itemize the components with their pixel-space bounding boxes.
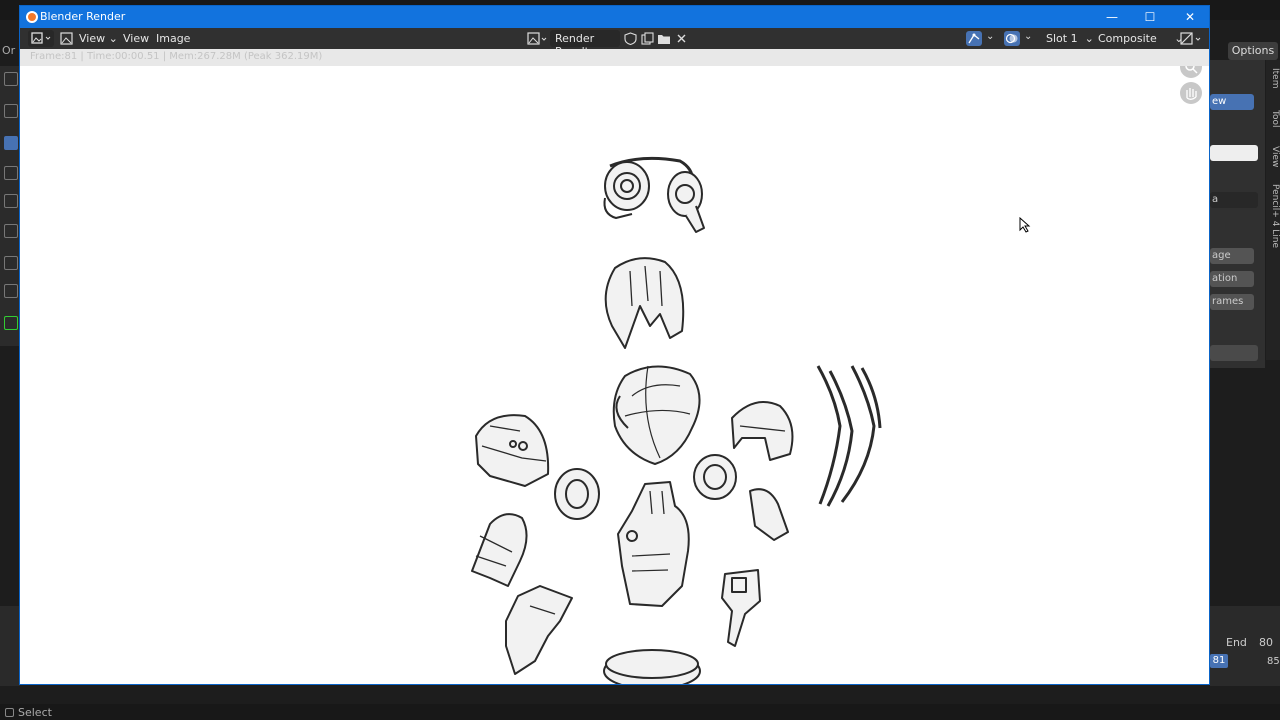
part-ring-left <box>554 468 600 520</box>
panel-dropdown[interactable]: a <box>1210 192 1258 208</box>
part-left-hand <box>505 585 573 675</box>
menu-view-2[interactable]: View <box>123 31 149 47</box>
slot-label: Slot 1 <box>1046 32 1078 45</box>
render-metadata-strip: Frame:81 | Time:00:00.51 | Mem:267.28M (… <box>20 49 1209 66</box>
part-left-arm <box>471 513 528 587</box>
gizmo-toggle[interactable]: ⌄ <box>964 30 998 47</box>
tool-scale-icon[interactable] <box>4 194 18 208</box>
options-button[interactable]: Options <box>1228 42 1278 60</box>
timeline-end-value[interactable]: 80 <box>1259 636 1273 649</box>
sidebar-tab-pencil[interactable]: Pencil+ 4 Line <box>1270 184 1280 248</box>
part-headphones <box>603 156 705 233</box>
tool-measure-icon[interactable] <box>4 284 18 298</box>
timeline-left <box>0 606 20 686</box>
panel-button-animation[interactable]: ation <box>1210 271 1254 287</box>
view-mode-icon[interactable] <box>60 32 74 45</box>
sidebar-tab-tool[interactable]: Tool <box>1270 110 1280 127</box>
folder-icon[interactable] <box>657 32 672 45</box>
duplicate-icon[interactable] <box>641 32 654 45</box>
timeline-end-label: End <box>1226 636 1247 649</box>
layer-label: Composite <box>1098 32 1157 45</box>
slot-selector[interactable]: Slot 1 ⌄ <box>1046 31 1094 47</box>
left-editor-label: Or <box>2 44 16 57</box>
timeline-current-frame[interactable]: 81 <box>1210 654 1228 668</box>
render-canvas[interactable] <box>20 66 1209 684</box>
panel-button-frames[interactable]: rames <box>1210 294 1254 310</box>
status-bar: Select <box>0 704 1280 720</box>
maximize-button[interactable]: ☐ <box>1135 8 1165 26</box>
menu-view-1[interactable]: View ⌄ <box>79 31 118 47</box>
part-right-helmet <box>731 401 794 461</box>
part-torso <box>617 481 690 607</box>
render-metadata-text: Frame:81 | Time:00:00.51 | Mem:267.28M (… <box>30 51 323 62</box>
part-right-hand <box>721 569 761 647</box>
overlay-toggle[interactable]: ⌄ <box>1002 30 1036 47</box>
part-left-helmet <box>475 414 550 487</box>
close-icon[interactable] <box>675 32 688 45</box>
panel-button-view[interactable]: ew <box>1210 94 1254 110</box>
part-ring-right <box>693 454 737 500</box>
panel-button-image[interactable]: age <box>1210 248 1254 264</box>
render-result-image <box>471 156 882 684</box>
tool-cursor-icon[interactable] <box>4 104 18 118</box>
menu-view-1-label: View <box>79 32 106 45</box>
shield-icon[interactable] <box>624 32 637 45</box>
tool-rotate-icon[interactable] <box>4 166 18 180</box>
part-head <box>612 365 701 465</box>
toolbar-left <box>0 66 20 346</box>
image-name-field[interactable]: Render Result <box>550 30 620 58</box>
tool-add-icon[interactable] <box>4 316 18 330</box>
tool-move-icon[interactable] <box>4 136 18 150</box>
part-right-arm <box>749 488 789 541</box>
blender-logo-icon <box>26 11 38 23</box>
gizmo-icon <box>966 31 982 46</box>
status-text: Select <box>18 706 52 719</box>
render-window: Blender Render — ☐ ✕ View ⌄ View Image R… <box>19 5 1210 685</box>
menu-image[interactable]: Image <box>156 31 190 47</box>
minimize-button[interactable]: — <box>1097 8 1127 26</box>
mouse-cursor-icon <box>1019 217 1031 233</box>
gizmo-dropdown-chevron-icon: ⌄ <box>986 31 995 42</box>
close-window-button[interactable]: ✕ <box>1175 8 1205 26</box>
window-titlebar[interactable]: Blender Render — ☐ ✕ <box>20 6 1209 28</box>
image-editor-icon <box>31 32 51 44</box>
editor-type-selector[interactable] <box>28 30 54 47</box>
tool-transform-icon[interactable] <box>4 224 18 238</box>
layer-selector[interactable]: Composite ⌄ <box>1098 31 1183 47</box>
sidebar-tab-view[interactable]: View <box>1270 146 1280 167</box>
display-channels-icon[interactable] <box>1180 32 1204 45</box>
tool-select-icon[interactable] <box>4 72 18 86</box>
image-browse-icon[interactable] <box>527 32 549 45</box>
overlay-icon <box>1004 31 1020 46</box>
part-base <box>603 649 701 684</box>
sidebar-tab-item[interactable]: Item <box>1270 68 1280 89</box>
part-hair <box>604 257 685 349</box>
timeline-frame-tick: 85 <box>1267 656 1280 667</box>
overlay-dropdown-chevron-icon: ⌄ <box>1024 31 1033 42</box>
window-title: Blender Render <box>40 10 126 23</box>
panel-slider[interactable] <box>1210 345 1258 361</box>
panel-input-field[interactable] <box>1210 145 1258 161</box>
tool-annotate-icon[interactable] <box>4 256 18 270</box>
image-editor-header: View ⌄ View Image Render Result ⌄ <box>20 28 1209 58</box>
part-cables <box>816 365 882 507</box>
mouse-icon <box>5 708 14 717</box>
